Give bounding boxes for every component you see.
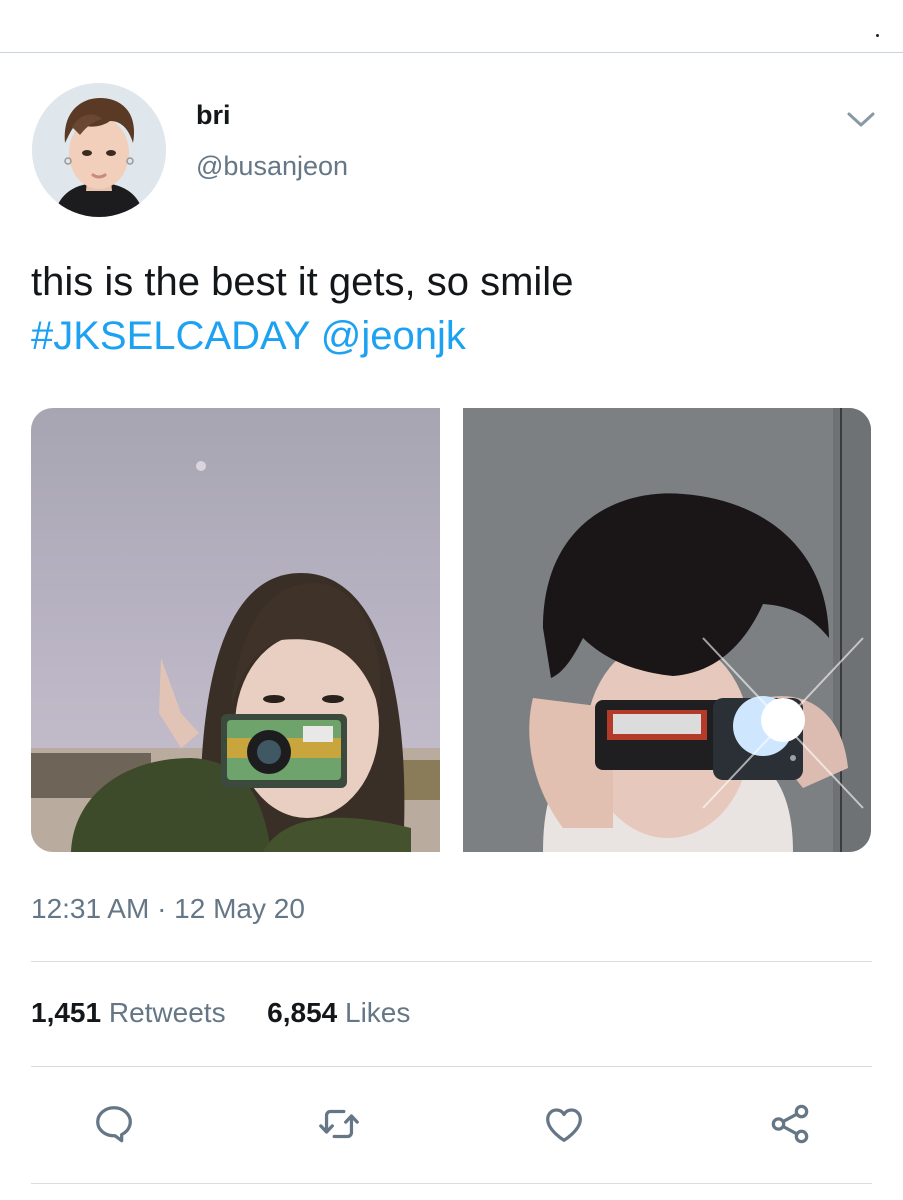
tweet-text: this is the best it gets, so smile #JKSE… — [31, 255, 573, 363]
top-divider — [0, 52, 903, 53]
divider — [31, 1066, 872, 1067]
likes-count: 6,854 — [267, 997, 338, 1028]
retweets-stat[interactable]: 1,451 Retweets — [31, 997, 233, 1028]
heart-icon — [546, 1108, 582, 1142]
avatar[interactable] — [32, 83, 166, 217]
like-button[interactable] — [538, 1098, 590, 1150]
divider — [31, 961, 872, 962]
tweet-photo-1[interactable] — [31, 408, 440, 852]
tweet-text-line: this is the best it gets, so smile — [31, 260, 574, 304]
tweet-photo-2[interactable] — [463, 408, 871, 852]
retweet-button[interactable] — [313, 1098, 365, 1150]
hashtag-link[interactable]: #JKSELCADAY — [31, 314, 310, 358]
tweet-timestamp[interactable]: 12:31 AM · 12 May 20 — [31, 893, 305, 925]
likes-label: Likes — [345, 997, 411, 1028]
retweets-count: 1,451 — [31, 997, 102, 1028]
display-name[interactable]: bri — [196, 100, 231, 131]
chevron-down-icon[interactable] — [845, 107, 877, 131]
retweets-label: Retweets — [108, 997, 226, 1028]
reply-button[interactable] — [88, 1098, 140, 1150]
tweet-stats: 1,451 Retweets 6,854 Likes — [31, 997, 410, 1029]
user-handle[interactable]: @busanjeon — [196, 151, 348, 182]
likes-stat[interactable]: 6,854 Likes — [267, 997, 410, 1028]
divider — [31, 1183, 872, 1184]
mention-link[interactable]: @jeonjk — [321, 314, 466, 358]
share-icon — [771, 1104, 809, 1144]
reply-icon — [96, 1106, 132, 1143]
status-dot — [876, 34, 879, 37]
retweet-icon — [319, 1109, 359, 1139]
share-button[interactable] — [764, 1098, 816, 1150]
